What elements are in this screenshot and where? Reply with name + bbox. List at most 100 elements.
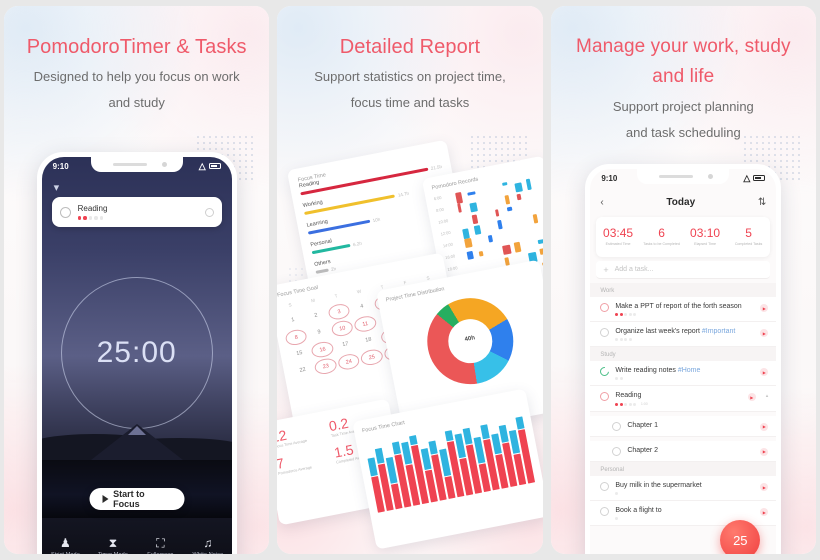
today-stat-value: 6 xyxy=(658,226,665,240)
task-pomodoro-dots xyxy=(615,313,754,316)
task-text: Organize last week's report #Important xyxy=(615,328,736,335)
start-pomodoro-fab[interactable]: 25 xyxy=(720,520,761,554)
task-checkbox-icon[interactable] xyxy=(600,328,610,337)
task-checkbox-icon[interactable] xyxy=(600,482,610,491)
add-task-row[interactable]: + Add a task... xyxy=(596,261,771,279)
task-body: Write reading notes #Home xyxy=(615,366,754,380)
calendar-day[interactable]: 15 xyxy=(288,345,312,364)
task-tag[interactable]: #Important xyxy=(702,328,735,335)
task-row[interactable]: Chapter 1 ▶ xyxy=(590,416,777,437)
task-checkbox-icon[interactable] xyxy=(612,422,622,431)
today-stats-row: 03:45 Estimated Time 6 Tasks to be Complete… xyxy=(596,217,771,257)
task-row[interactable]: Reading 1:00 ▶ ▴ xyxy=(590,386,777,412)
task-checkbox-icon[interactable] xyxy=(600,303,610,312)
task-checkbox-icon[interactable] xyxy=(598,365,612,378)
tab-fullscreen[interactable]: ⛶ Fullscreen xyxy=(137,537,185,555)
calendar-day[interactable]: 1 xyxy=(281,311,305,330)
calendar-day[interactable]: 25 xyxy=(360,347,385,367)
pomodoro-dot xyxy=(619,377,623,380)
task-row[interactable]: Write reading notes #Home ▶ xyxy=(590,361,777,386)
heatmap-cell xyxy=(516,193,522,201)
sort-icon[interactable]: ⇅ xyxy=(758,197,766,208)
pomodoro-dot xyxy=(615,377,619,380)
calendar-day[interactable]: 3 xyxy=(327,302,352,322)
phone-notch xyxy=(90,157,183,172)
task-body: Buy milk in the supermarket xyxy=(615,481,754,495)
task-play-icon[interactable]: ▶ xyxy=(760,423,769,431)
pomodoro-dot xyxy=(615,492,619,495)
start-to-focus-button[interactable]: Start to Focus xyxy=(89,488,185,510)
task-row[interactable]: Make a PPT of report of the forth season… xyxy=(590,297,777,322)
task-play-icon[interactable]: ▶ xyxy=(760,304,769,312)
heatmap-cell xyxy=(537,238,543,245)
pomodoro-dot xyxy=(88,216,93,220)
calendar-day[interactable]: 2 xyxy=(304,307,328,326)
heatmap-cell xyxy=(488,234,494,243)
task-pomodoro-dots xyxy=(615,377,754,380)
chart-bar-segment xyxy=(428,440,439,455)
chevron-down-icon[interactable]: ▾ xyxy=(54,181,60,194)
gear-icon[interactable] xyxy=(204,207,214,217)
calendar-day[interactable]: 16 xyxy=(310,340,335,359)
task-play-icon[interactable]: ▶ xyxy=(760,329,769,337)
pomodoro-dot xyxy=(83,216,87,220)
calendar-day[interactable]: 22 xyxy=(291,361,315,380)
task-row[interactable]: Chapter 2 ▶ xyxy=(590,441,777,462)
calendar-day[interactable]: 9 xyxy=(308,323,332,342)
calendar-day[interactable]: 17 xyxy=(334,336,358,355)
task-checkbox-icon[interactable] xyxy=(600,392,610,401)
task-play-icon[interactable]: ▶ xyxy=(760,368,769,376)
phone-notch xyxy=(637,169,730,184)
calendar-day[interactable]: 24 xyxy=(337,352,362,372)
task-row[interactable]: Organize last week's report #Important ▶ xyxy=(590,322,777,347)
tab-strict-mode[interactable]: ♟ Strict Mode xyxy=(42,537,90,555)
task-play-icon[interactable]: ▶ xyxy=(747,393,756,401)
heatmap-y-tick: 14:00 xyxy=(442,241,454,249)
status-icons: △ xyxy=(743,172,766,183)
task-pomodoro-dots xyxy=(615,492,754,495)
average-stat: 12 Focus Time Average xyxy=(277,419,328,450)
report-cards: Focus Time Reading 21.5h Working 14.7h Learn… xyxy=(277,6,543,554)
task-list[interactable]: Work Make a PPT of report of the forth se… xyxy=(590,283,777,554)
today-stat-value: 03:10 xyxy=(690,226,721,240)
calendar-day[interactable]: 10 xyxy=(330,319,355,338)
calendar-day[interactable]: 8 xyxy=(284,327,309,347)
wifi-icon: △ xyxy=(743,172,751,183)
timer-value: 25:00 xyxy=(96,336,177,369)
pomodoro-dot xyxy=(619,313,623,316)
pomodoro-dot xyxy=(619,402,623,406)
task-checkbox-icon[interactable] xyxy=(612,447,622,456)
tab-white-noise[interactable]: ♫ White Noise xyxy=(184,537,232,555)
task-checkbox-icon[interactable] xyxy=(600,507,610,516)
pomodoro-dot xyxy=(628,313,632,316)
pomodoro-dot xyxy=(77,216,82,220)
task-expand-icon[interactable]: ▴ xyxy=(766,393,769,399)
calendar-day[interactable]: 18 xyxy=(357,331,381,350)
heatmap-cell xyxy=(539,248,543,255)
task-play-icon[interactable]: ▶ xyxy=(760,508,769,516)
task-body: Organize last week's report #Important xyxy=(615,327,754,341)
tab-timer-mode[interactable]: ⧗ Timer Mode xyxy=(89,537,137,555)
task-play-icon[interactable]: ▶ xyxy=(760,483,769,491)
pomodoro-dot xyxy=(624,313,628,316)
calendar-day[interactable]: 11 xyxy=(353,314,378,334)
current-task-card[interactable]: Reading xyxy=(51,197,222,227)
heatmap-cell xyxy=(474,225,482,235)
calendar-day[interactable]: 4 xyxy=(350,298,374,317)
heatmap-cell xyxy=(526,179,533,190)
page-title-line1: Manage your work, study xyxy=(576,36,791,57)
task-play-icon[interactable]: ▶ xyxy=(760,448,769,456)
navigation-bar: ‹ Today ⇅ xyxy=(590,191,776,213)
pomodoro-dot xyxy=(615,517,619,520)
today-stat-label: Elapsed Time xyxy=(694,242,716,246)
wifi-icon: △ xyxy=(198,160,206,171)
chevron-left-icon[interactable]: ‹ xyxy=(600,197,603,208)
task-section-header: Personal xyxy=(590,462,777,476)
task-pomodoro-dots xyxy=(615,338,754,341)
calendar-day[interactable]: 23 xyxy=(314,356,339,376)
task-row[interactable]: Buy milk in the supermarket ▶ xyxy=(590,476,777,501)
heatmap-cell xyxy=(464,238,474,248)
task-checkbox-icon[interactable] xyxy=(59,206,71,218)
task-tag[interactable]: #Home xyxy=(678,367,701,374)
heatmap-cell xyxy=(471,214,479,224)
